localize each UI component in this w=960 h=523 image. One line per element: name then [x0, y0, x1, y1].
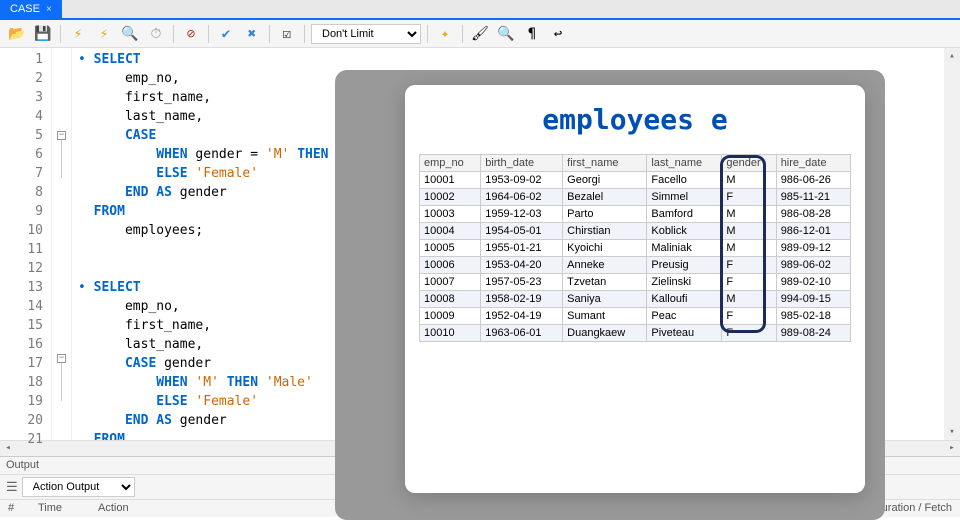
- line-gutter: 123456789101112131415161718192021: [0, 48, 52, 440]
- table-row: 100101963-06-01DuangkaewPiveteauF989-08-…: [420, 325, 851, 342]
- table-row: 100011953-09-02GeorgiFacelloM986-06-26: [420, 172, 851, 189]
- col-first_name: first_name: [563, 155, 647, 172]
- history-icon[interactable]: ⏱: [145, 23, 167, 45]
- list-icon[interactable]: ☰: [6, 480, 18, 495]
- line-number: 5: [0, 126, 43, 145]
- line-number: 11: [0, 240, 43, 259]
- line-number: 19: [0, 392, 43, 411]
- separator: [462, 25, 463, 43]
- fold-line: [52, 159, 71, 178]
- save-icon[interactable]: 💾: [32, 23, 54, 45]
- wrap-icon[interactable]: ↩: [547, 23, 569, 45]
- line-number: 2: [0, 69, 43, 88]
- line-number: 18: [0, 373, 43, 392]
- line-number: 7: [0, 164, 43, 183]
- table-row: 100041954-05-01ChirstianKoblickM986-12-0…: [420, 223, 851, 240]
- separator: [269, 25, 270, 43]
- line-number: 20: [0, 411, 43, 430]
- fold-line: [52, 140, 71, 159]
- close-icon[interactable]: ×: [46, 4, 52, 15]
- separator: [60, 25, 61, 43]
- line-number: 3: [0, 88, 43, 107]
- col-birth_date: birth_date: [481, 155, 563, 172]
- overlay-card: employees e emp_nobirth_datefirst_namela…: [405, 85, 865, 493]
- line-number: 6: [0, 145, 43, 164]
- table-row: 100061953-04-20AnnekePreusigF989-06-02: [420, 257, 851, 274]
- beautify-icon[interactable]: ✦: [434, 23, 456, 45]
- commit-icon[interactable]: ✔: [215, 23, 237, 45]
- tab-label: CASE: [10, 3, 40, 15]
- invisible-icon[interactable]: ¶: [521, 23, 543, 45]
- separator: [173, 25, 174, 43]
- table-row: 100091952-04-19SumantPeacF985-02-18: [420, 308, 851, 325]
- explain-icon[interactable]: 🔍: [119, 23, 141, 45]
- line-number: 8: [0, 183, 43, 202]
- overlay-title: employees e: [419, 103, 851, 136]
- line-number: 4: [0, 107, 43, 126]
- scroll-right-icon[interactable]: ▸: [944, 441, 960, 456]
- col-last_name: last_name: [647, 155, 722, 172]
- line-number: 16: [0, 335, 43, 354]
- line-number: 1: [0, 50, 43, 69]
- line-number: 14: [0, 297, 43, 316]
- table-row: 100021964-06-02BezalelSimmelF985-11-21: [420, 189, 851, 206]
- fold-toggle[interactable]: −: [57, 131, 66, 140]
- line-number: 10: [0, 221, 43, 240]
- fold-line: [52, 382, 71, 401]
- code-line[interactable]: • SELECT: [78, 50, 938, 69]
- separator: [427, 25, 428, 43]
- limit-select[interactable]: Don't Limit: [311, 24, 421, 44]
- col-action: Action: [90, 500, 290, 517]
- line-number: 15: [0, 316, 43, 335]
- table-row: 100081958-02-19SaniyaKalloufiM994-09-15: [420, 291, 851, 308]
- output-selector[interactable]: Action Output: [22, 477, 135, 497]
- col-gender: gender: [722, 155, 776, 172]
- tab-bar: CASE ×: [0, 0, 960, 20]
- execute-script-icon[interactable]: ⚡: [93, 23, 115, 45]
- scroll-down-icon[interactable]: ▾: [944, 424, 960, 440]
- table-row: 100071957-05-23TzvetanZielinskiF989-02-1…: [420, 274, 851, 291]
- fold-gutter: − −: [52, 48, 72, 440]
- open-icon[interactable]: 📂: [6, 23, 28, 45]
- employees-table: emp_nobirth_datefirst_namelast_namegende…: [419, 154, 851, 342]
- search-icon[interactable]: 🔍: [495, 23, 517, 45]
- col-time: Time: [30, 500, 90, 517]
- col-emp_no: emp_no: [420, 155, 481, 172]
- rollback-icon[interactable]: ✖: [241, 23, 263, 45]
- tab-case[interactable]: CASE ×: [0, 0, 62, 18]
- vertical-scrollbar[interactable]: ▴ ▾: [944, 48, 960, 440]
- line-number: 9: [0, 202, 43, 221]
- separator: [304, 25, 305, 43]
- execute-icon[interactable]: ⚡: [67, 23, 89, 45]
- table-header-row: emp_nobirth_datefirst_namelast_namegende…: [420, 155, 851, 172]
- bullet-icon: •: [78, 280, 94, 295]
- bullet-icon: •: [78, 52, 94, 67]
- autocommit-icon[interactable]: ☑: [276, 23, 298, 45]
- line-number: 21: [0, 430, 43, 449]
- fold-toggle[interactable]: −: [57, 354, 66, 363]
- line-number: 12: [0, 259, 43, 278]
- fold-line: [52, 363, 71, 382]
- line-number: 13: [0, 278, 43, 297]
- stop-icon[interactable]: ⊘: [180, 23, 202, 45]
- scroll-up-icon[interactable]: ▴: [944, 48, 960, 64]
- table-row: 100051955-01-21KyoichiMaliniakM989-09-12: [420, 240, 851, 257]
- separator: [208, 25, 209, 43]
- line-number: 17: [0, 354, 43, 373]
- brush-icon[interactable]: 🖌: [469, 23, 491, 45]
- table-row: 100031959-12-03PartoBamfordM986-08-28: [420, 206, 851, 223]
- toolbar: 📂 💾 ⚡ ⚡ 🔍 ⏱ ⊘ ✔ ✖ ☑ Don't Limit ✦ 🖌 🔍 ¶ …: [0, 20, 960, 48]
- col-hire_date: hire_date: [776, 155, 850, 172]
- col-num: #: [0, 500, 30, 517]
